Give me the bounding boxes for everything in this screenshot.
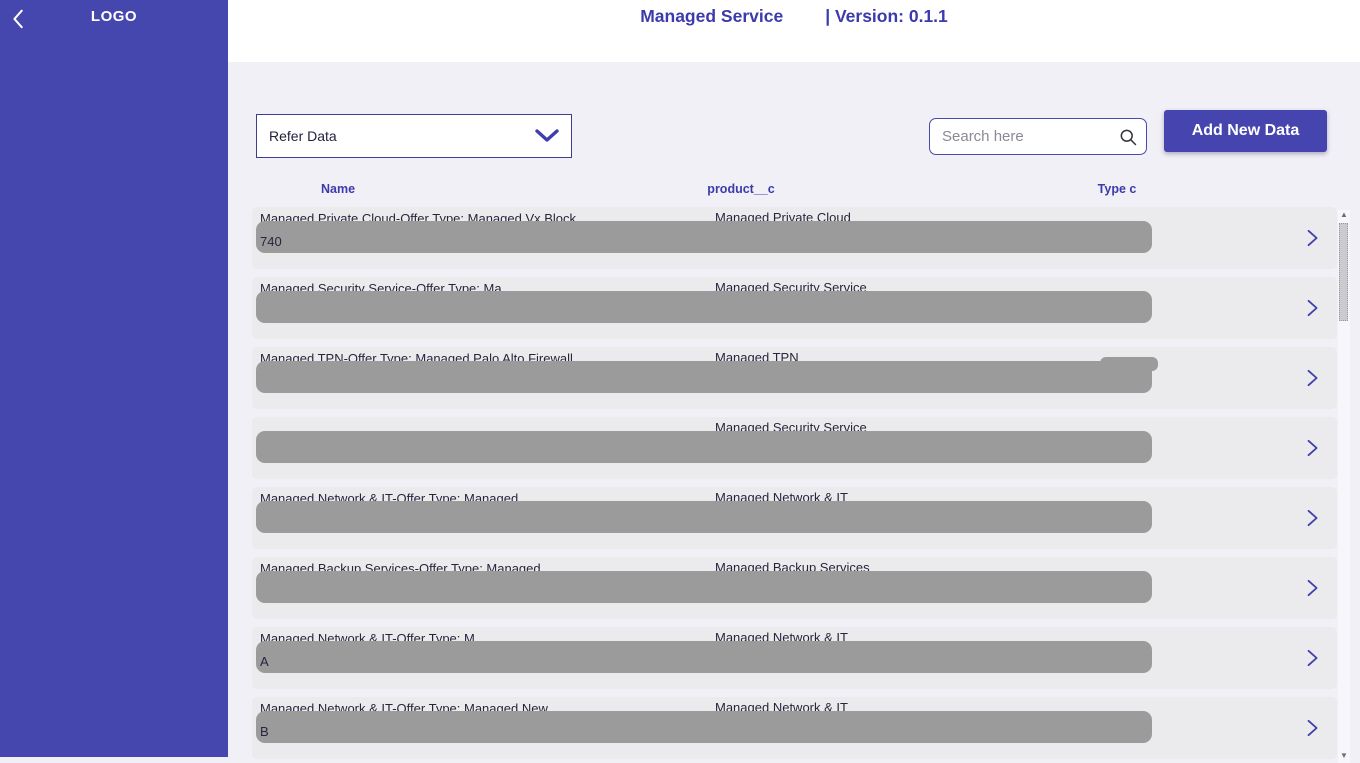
page-title: Managed Service | Version: 0.1.1 [640,6,948,27]
chevron-right-icon[interactable] [1305,299,1321,317]
scroll-up-button[interactable]: ▲ [1338,210,1350,220]
redaction-bar [256,711,1152,743]
redaction-bar [256,641,1152,673]
search-input[interactable] [942,128,1118,145]
redaction-bar [256,291,1152,323]
main-content: Refer Data Add New Data Name product__c … [228,62,1360,763]
redaction-bar [256,221,1152,253]
add-new-data-button[interactable]: Add New Data [1164,110,1327,152]
refer-data-dropdown[interactable]: Refer Data [256,114,572,158]
search-icon[interactable] [1118,127,1138,147]
table-row[interactable]: Managed Network & IT-Offer Type: Managed… [252,487,1337,549]
sidebar: LOGO [0,0,228,757]
sidebar-header: LOGO [0,0,228,44]
column-header-name: Name [321,182,355,196]
table-row[interactable]: Managed Network & IT-Offer Type: M Manag… [252,627,1337,689]
search-box[interactable] [929,118,1147,155]
column-header-product: product__c [707,182,774,196]
row-second-line-fragment: B [260,724,269,739]
table-row[interactable]: Managed Security Service [252,417,1337,479]
table-row[interactable]: Managed Network & IT-Offer Type: Managed… [252,697,1337,759]
row-second-line-fragment: A [260,654,269,669]
scrollbar-thumb[interactable] [1339,223,1348,321]
redaction-bar [256,361,1152,393]
row-second-line-fragment: 740 [260,234,282,249]
logo-text: LOGO [0,8,228,25]
app-title: Managed Service [640,6,783,27]
dropdown-selected-value: Refer Data [269,128,535,144]
chevron-right-icon[interactable] [1305,579,1321,597]
redaction-bar [256,571,1152,603]
scrollbar[interactable]: ▲ ▼ [1338,210,1350,763]
redaction-bar [256,431,1152,463]
chevron-right-icon[interactable] [1305,649,1321,667]
scroll-down-button[interactable]: ▼ [1338,751,1350,761]
column-header-type: Type c [1098,182,1137,196]
data-row-list: Managed Private Cloud-Offer Type: Manage… [252,207,1337,763]
chevron-right-icon[interactable] [1305,229,1321,247]
chevron-right-icon[interactable] [1305,719,1321,737]
table-row[interactable]: Managed Private Cloud-Offer Type: Manage… [252,207,1337,269]
chevron-down-icon [535,128,559,144]
table-row[interactable]: Managed Backup Services-Offer Type: Mana… [252,557,1337,619]
header-bar: Managed Service | Version: 0.1.1 [228,0,1360,62]
table-row[interactable]: Managed Security Service-Offer Type: Ma … [252,277,1337,339]
redaction-bar-small [1100,357,1158,371]
chevron-right-icon[interactable] [1305,509,1321,527]
chevron-right-icon[interactable] [1305,439,1321,457]
version-label: | Version: 0.1.1 [825,6,948,27]
table-row[interactable]: Managed TPN-Offer Type: Managed Palo Alt… [252,347,1337,409]
redaction-bar [256,501,1152,533]
chevron-right-icon[interactable] [1305,369,1321,387]
